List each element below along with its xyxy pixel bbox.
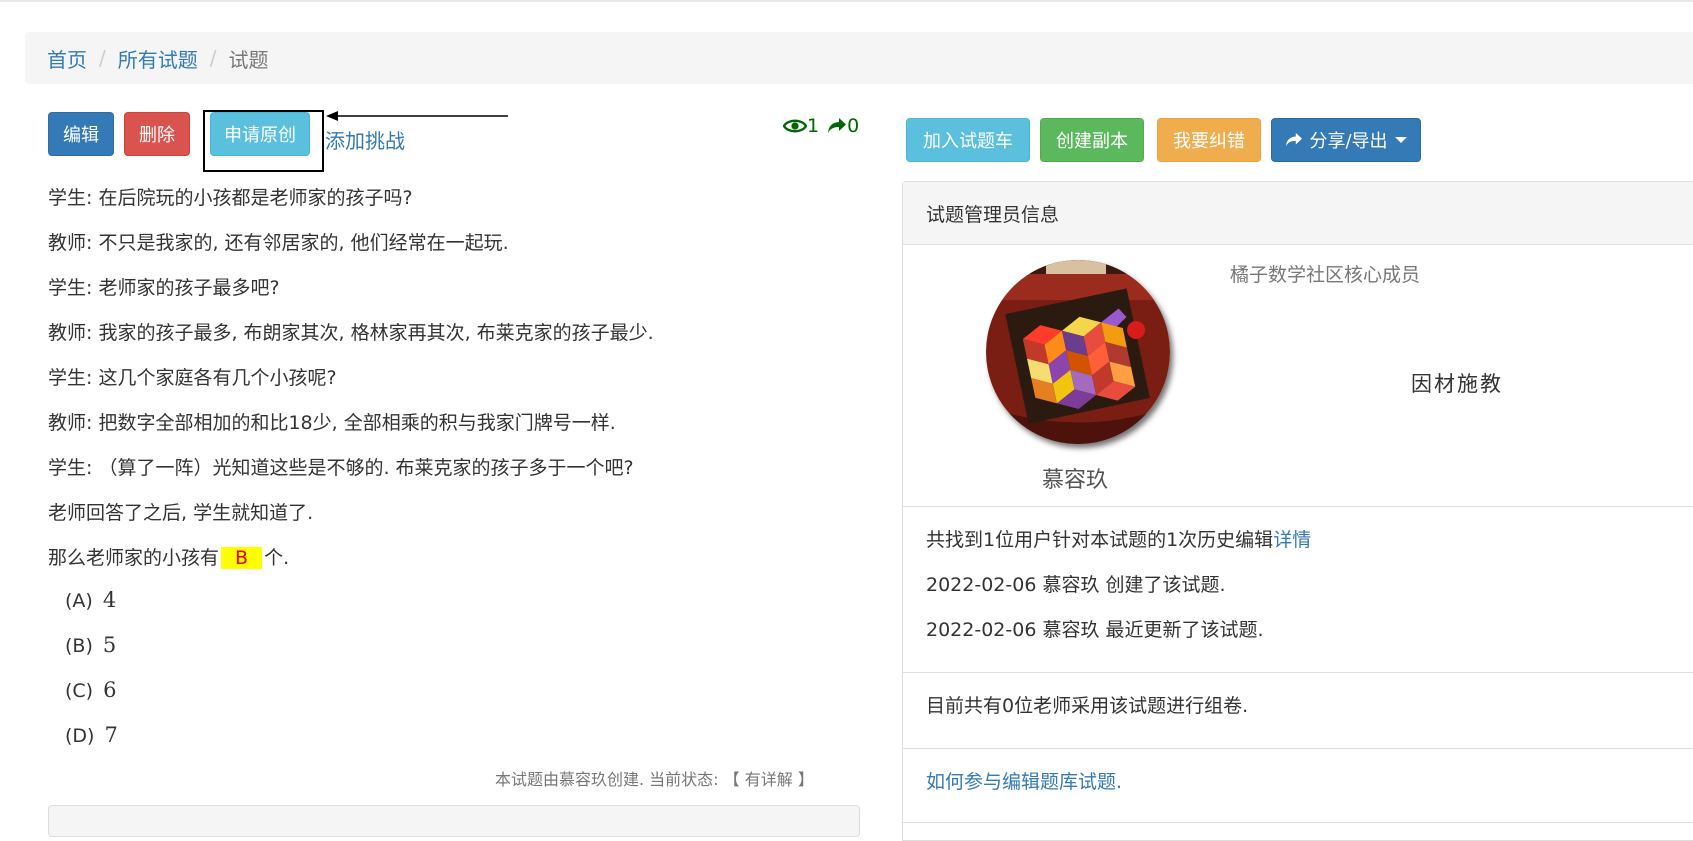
panel-title: 试题管理员信息 (926, 204, 1060, 226)
admin-info-panel: 试题管理员信息 慕容玖 橘子数学社区核心成员 因材施教 共找到1位用户针对本试题… (902, 181, 1693, 841)
option-value: 7 (104, 723, 118, 747)
question-line: 教师: 不只是我家的, 还有邻居家的, 他们经常在一起玩. (48, 232, 509, 254)
help-link[interactable]: 如何参与编辑题库试题. (926, 767, 1122, 794)
divider (903, 672, 1693, 673)
breadcrumb: 首页 / 所有试题 / 试题 (25, 32, 1693, 84)
breadcrumb-separator: / (209, 46, 217, 70)
option-c: (C) 6 (65, 678, 116, 702)
history-summary: 共找到1位用户针对本试题的1次历史编辑详情 (926, 525, 1311, 552)
history-details-link[interactable]: 详情 (1273, 529, 1311, 551)
caret-down-icon (1394, 137, 1407, 143)
add-challenge-link[interactable]: 添加挑战 (325, 125, 405, 154)
share-export-button[interactable]: 分享/导出 (1271, 118, 1421, 162)
option-label: (C) (65, 680, 94, 702)
report-error-button[interactable]: 我要纠错 (1157, 118, 1261, 162)
share-export-label: 分享/导出 (1309, 131, 1388, 152)
avatar-image (986, 260, 1170, 444)
option-d: (D) 7 (65, 723, 118, 747)
shares-count: 0 (847, 115, 860, 137)
teachers-usage: 目前共有0位老师采用该试题进行组卷. (926, 695, 1249, 717)
option-label: (B) (65, 635, 93, 657)
create-copy-button[interactable]: 创建副本 (1040, 118, 1144, 162)
annotation-arrow (326, 111, 508, 121)
question-final-line: 那么老师家的小孩有 B 个. (48, 543, 289, 570)
edit-button[interactable]: 编辑 (48, 112, 114, 156)
question-line: 学生: （算了一阵）光知道这些是不够的. 布莱克家的孩子多于一个吧? (48, 457, 634, 479)
breadcrumb-current: 试题 (228, 47, 269, 72)
option-label: (D) (65, 725, 95, 747)
question-line: 学生: 这几个家庭各有几个小孩呢? (48, 367, 337, 389)
breadcrumb-home[interactable]: 首页 (47, 44, 87, 73)
eye-icon (783, 119, 807, 133)
divider (903, 822, 1693, 823)
share-arrow-icon (828, 118, 847, 133)
user-motto: 因材施教 (1411, 372, 1503, 396)
panel-heading: 试题管理员信息 (903, 182, 1693, 245)
answer-badge: B (221, 547, 263, 569)
history-text: 共找到1位用户针对本试题的1次历史编辑 (926, 529, 1274, 551)
question-line: 老师回答了之后, 学生就知道了. (48, 502, 314, 524)
option-value: 4 (102, 588, 117, 612)
creator-note: 本试题由慕容玖创建. 当前状态: 【 有详解 】 (495, 770, 814, 789)
avatar[interactable] (986, 260, 1170, 444)
solution-panel (48, 805, 860, 837)
add-to-cart-button[interactable]: 加入试题车 (906, 118, 1030, 162)
option-label: (A) (65, 590, 93, 612)
question-line: 教师: 我家的孩子最多, 布朗家其次, 格林家再其次, 布莱克家的孩子最少. (48, 322, 654, 344)
top-border (0, 0, 1693, 2)
breadcrumb-all-questions[interactable]: 所有试题 (118, 44, 198, 73)
question-line: 教师: 把数字全部相加的和比18少, 全部相乘的积与我家门牌号一样. (48, 412, 616, 434)
breadcrumb-separator: / (99, 46, 106, 70)
divider (903, 748, 1693, 749)
question-suffix: 个. (264, 547, 290, 569)
question-line: 学生: 老师家的孩子最多吧? (48, 277, 280, 299)
question-prefix: 那么老师家的小孩有 (48, 547, 220, 569)
member-role: 橘子数学社区核心成员 (1230, 264, 1421, 286)
updated-record: 2022-02-06 慕容玖 最近更新了该试题. (926, 619, 1264, 641)
share-arrow-icon (1286, 132, 1303, 147)
option-a: (A) 4 (65, 588, 116, 612)
question-line: 学生: 在后院玩的小孩都是老师家的孩子吗? (48, 187, 413, 209)
user-name[interactable]: 慕容玖 (1042, 462, 1108, 494)
views-count: 1 (807, 115, 820, 137)
stats: 1 0 (783, 115, 859, 137)
option-value: 5 (102, 633, 117, 657)
divider (903, 506, 1693, 507)
option-value: 6 (103, 678, 117, 702)
created-record: 2022-02-06 慕容玖 创建了该试题. (926, 574, 1226, 596)
highlight-frame (203, 110, 324, 172)
delete-button[interactable]: 删除 (124, 112, 190, 156)
option-b: (B) 5 (65, 633, 116, 657)
